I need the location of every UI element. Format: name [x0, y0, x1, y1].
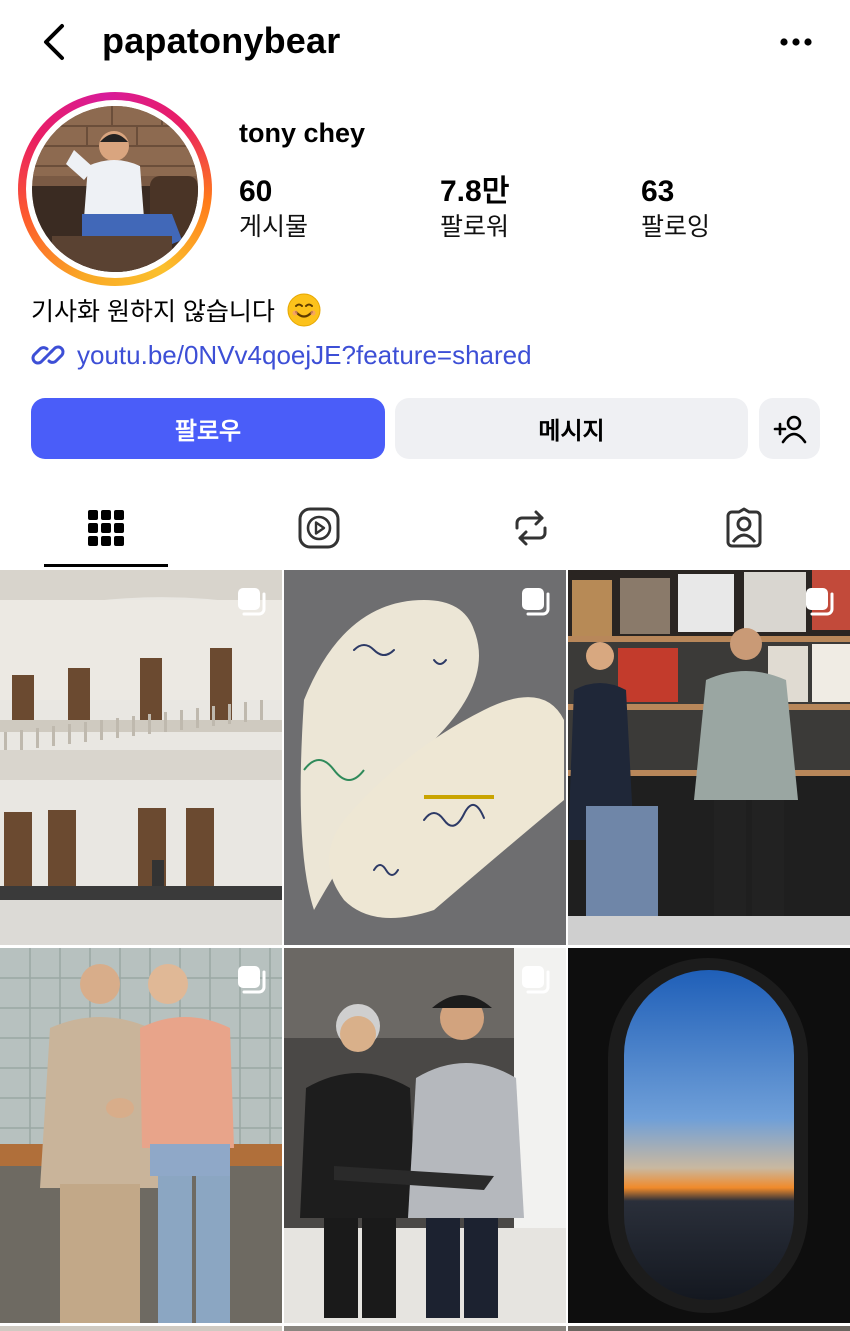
active-tab-indicator: [44, 564, 168, 567]
grid-icon: [88, 510, 124, 546]
following-stat[interactable]: 63 팔로잉: [641, 174, 710, 244]
post-thumbnail[interactable]: [0, 1326, 282, 1331]
following-label: 팔로잉: [641, 213, 711, 241]
post-thumbnail[interactable]: [0, 570, 282, 945]
tab-reposts[interactable]: [469, 488, 593, 568]
link-icon: [31, 345, 65, 365]
posts-label: 게시물: [239, 213, 309, 241]
chevron-left-icon: [44, 24, 64, 60]
profile-header: papatonybear: [0, 0, 850, 86]
followers-count: 7.8만: [440, 175, 510, 208]
bio: 기사화 원하지 않습니다: [31, 292, 321, 328]
add-person-icon: [773, 415, 806, 443]
reels-icon: [298, 507, 340, 549]
link-text[interactable]: youtu.be/0NVv4qoejJE?feature=shared: [77, 340, 532, 371]
followers-stat[interactable]: 7.8만 팔로워: [440, 174, 509, 244]
multiple-photos-icon: [238, 588, 266, 616]
post-thumbnail[interactable]: [568, 1326, 850, 1331]
back-button[interactable]: [36, 20, 76, 64]
follow-button[interactable]: 팔로우: [31, 398, 385, 459]
more-options-button[interactable]: [776, 28, 816, 56]
post-thumbnail[interactable]: [284, 1326, 566, 1331]
profile-username: papatonybear: [102, 20, 341, 61]
post-thumbnail[interactable]: [568, 948, 850, 1323]
multiple-photos-icon: [806, 588, 834, 616]
avatar[interactable]: [32, 106, 198, 272]
post-thumbnail[interactable]: [0, 948, 282, 1323]
posts-stat[interactable]: 60 게시물: [239, 174, 308, 244]
smiling-face-emoji: [287, 293, 321, 327]
tab-reels[interactable]: [257, 488, 381, 568]
posts-count: 60: [239, 175, 273, 208]
profile-tabs: [0, 488, 850, 568]
following-count: 63: [641, 175, 675, 208]
tab-tagged[interactable]: [682, 488, 806, 568]
followers-label: 팔로워: [440, 213, 510, 241]
post-thumbnail[interactable]: [568, 570, 850, 945]
bio-text: 기사화 원하지 않습니다: [31, 298, 275, 326]
multiple-photos-icon: [522, 588, 550, 616]
profile-link[interactable]: youtu.be/0NVv4qoejJE?feature=shared: [31, 338, 532, 372]
tagged-icon: [726, 507, 762, 548]
post-thumbnail[interactable]: [284, 948, 566, 1323]
more-horizontal-icon: [780, 38, 812, 46]
display-name: tony chey: [239, 118, 366, 148]
multiple-photos-icon: [238, 966, 266, 994]
post-thumbnail[interactable]: [284, 570, 566, 945]
message-button[interactable]: 메시지: [395, 398, 748, 459]
suggest-users-button[interactable]: [759, 398, 820, 459]
multiple-photos-icon: [522, 966, 550, 994]
reposts-icon: [515, 510, 547, 546]
story-ring[interactable]: [18, 92, 212, 286]
tab-posts[interactable]: [44, 488, 168, 568]
